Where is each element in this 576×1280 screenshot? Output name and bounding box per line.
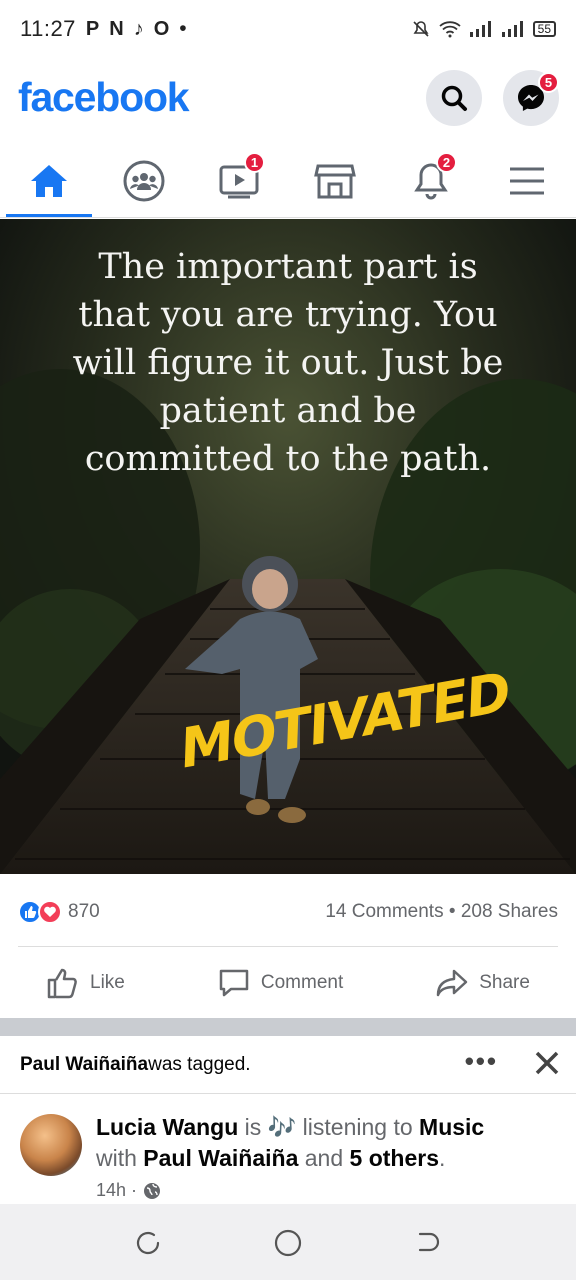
battery-icon: 55 (532, 21, 556, 37)
home-nav-button[interactable] (273, 1228, 303, 1258)
post-actions: Like Comment Share (0, 950, 576, 1016)
recent-apps-button[interactable] (133, 1228, 163, 1258)
more-options-icon[interactable]: ••• (465, 1046, 498, 1077)
wifi-icon (439, 21, 461, 38)
n-notification-icon: N (109, 17, 124, 40)
signal-icon-1 (469, 21, 491, 37)
share-icon (437, 969, 468, 997)
app-header: facebook 5 (0, 58, 576, 144)
post-meta: 14h · (96, 1180, 161, 1201)
reaction-summary[interactable]: 870 (18, 900, 100, 924)
thumbs-up-icon (47, 968, 77, 999)
stats-separator: • (448, 901, 456, 922)
activity-object[interactable]: Music (419, 1114, 484, 1140)
more-notifications-icon: • (179, 17, 187, 40)
home-icon (31, 165, 67, 197)
others-link[interactable]: 5 others (350, 1145, 439, 1171)
status-time: 11:27 (20, 16, 76, 41)
hamburger-menu-icon (510, 167, 544, 195)
divider (18, 946, 558, 947)
tagged-person-name[interactable]: Paul Waiñaiña (20, 1054, 148, 1076)
tagged-friend[interactable]: Paul Waiñaiña (143, 1145, 298, 1171)
comment-label: Comment (260, 972, 344, 993)
globe-icon (144, 1182, 161, 1199)
marketplace-icon (314, 164, 356, 199)
is-text: is (238, 1114, 268, 1140)
status-right: 55 (411, 19, 556, 39)
back-icon (418, 1232, 440, 1252)
quote-text: The important part is that you are tryin… (40, 243, 536, 483)
messenger-badge: 5 (538, 72, 559, 93)
like-label: Like (90, 972, 125, 993)
shares-count[interactable]: 208 Shares (461, 901, 558, 922)
post-time[interactable]: 14h · (96, 1180, 137, 1201)
p-notification-icon: P (85, 17, 100, 40)
notifications-badge: 2 (436, 152, 457, 173)
search-button[interactable] (426, 70, 482, 126)
search-icon (441, 85, 467, 111)
share-label: Share (479, 972, 530, 993)
quote-line: patient and be (159, 391, 417, 431)
facebook-logo[interactable]: facebook (18, 74, 190, 121)
tab-home[interactable] (6, 144, 92, 218)
home-circle-icon (274, 1229, 302, 1257)
activity-text: listening to (296, 1114, 420, 1140)
with-text: with (96, 1145, 144, 1171)
tab-notifications[interactable]: 2 (388, 144, 474, 218)
music-note-icon: 🎶 (267, 1114, 297, 1140)
groups-icon (123, 160, 165, 202)
author-name[interactable]: Lucia Wangu (96, 1114, 238, 1140)
system-nav-bar (0, 1204, 576, 1280)
watch-badge: 1 (244, 152, 265, 173)
back-button[interactable] (413, 1228, 443, 1258)
comment-icon (219, 969, 249, 997)
tiktok-icon: ♪ (133, 17, 144, 40)
and-text: and (298, 1145, 350, 1171)
status-bar: 11:27 P N ♪ O • 55 (0, 0, 576, 58)
recent-apps-icon (136, 1231, 160, 1255)
quote-line: that you are trying. You (78, 295, 498, 335)
tag-notice: Paul Waiñaiña was tagged. ••• (0, 1036, 576, 1094)
like-button[interactable]: Like (46, 967, 125, 999)
tab-groups[interactable] (101, 144, 187, 218)
comment-button[interactable]: Comment (217, 967, 343, 999)
post-title: Lucia Wangu is 🎶 listening to Music with… (96, 1112, 556, 1174)
share-button[interactable]: Share (435, 967, 530, 999)
close-icon[interactable] (532, 1048, 562, 1084)
active-tab-indicator (6, 214, 92, 217)
tab-marketplace[interactable] (292, 144, 378, 218)
period: . (439, 1145, 446, 1171)
engagement-stats: 14 Comments • 208 Shares (325, 901, 558, 923)
tag-notice-text: was tagged. (148, 1053, 251, 1075)
tab-watch[interactable]: 1 (196, 144, 282, 218)
quote-line: The important part is (98, 247, 478, 287)
tab-menu[interactable] (484, 144, 570, 218)
status-left: 11:27 P N ♪ O • (20, 16, 187, 42)
post-header: Lucia Wangu is 🎶 listening to Music with… (0, 1104, 576, 1204)
quote-line: committed to the path. (84, 439, 492, 479)
signal-icon-2 (501, 21, 523, 37)
comments-count[interactable]: 14 Comments (325, 901, 443, 922)
reaction-count: 870 (68, 901, 100, 922)
quote-line: will figure it out. Just be (72, 343, 504, 383)
mute-icon (413, 21, 429, 37)
nav-tabs: 1 2 (0, 144, 576, 218)
post-image[interactable]: The important part is that you are tryin… (0, 219, 576, 874)
o-notification-icon: O (153, 17, 170, 40)
reactions-row: 870 14 Comments • 208 Shares (18, 892, 558, 932)
feed-separator (0, 1018, 576, 1036)
avatar[interactable] (20, 1114, 82, 1176)
love-reaction-icon (38, 900, 62, 924)
messenger-button[interactable]: 5 (503, 70, 559, 126)
